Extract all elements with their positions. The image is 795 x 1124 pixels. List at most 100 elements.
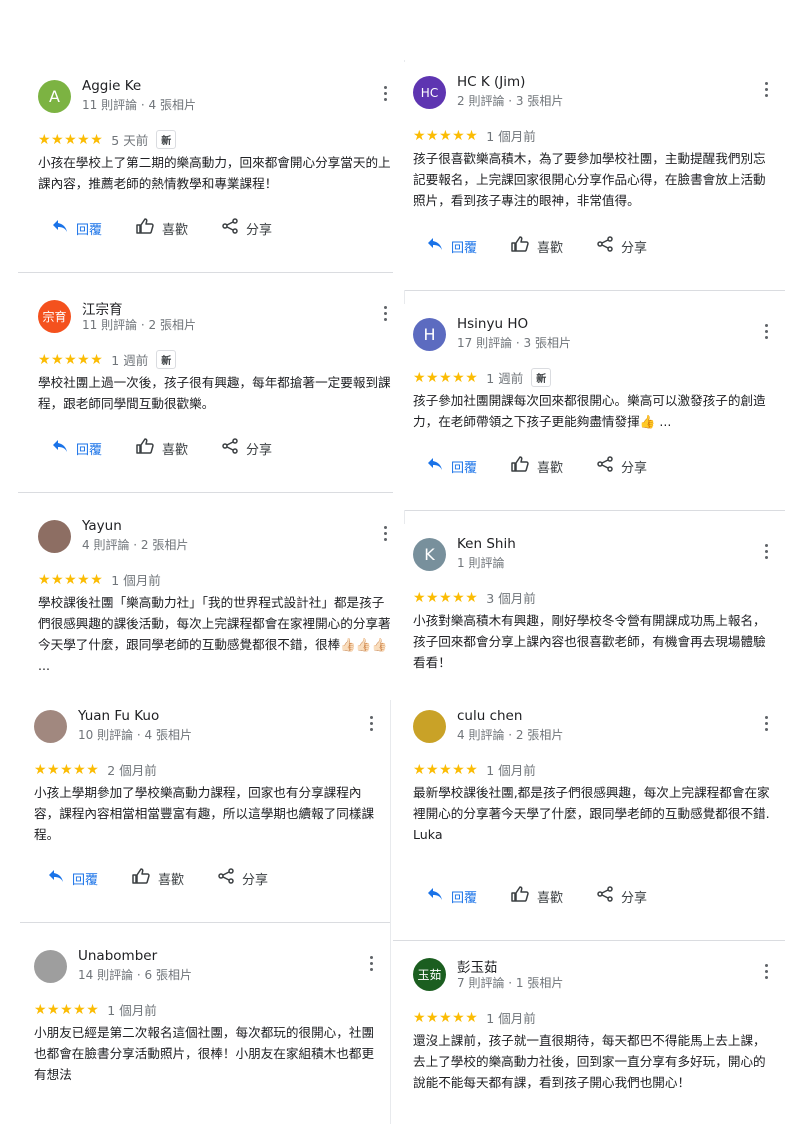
reply-icon bbox=[52, 439, 76, 457]
avatar[interactable]: K bbox=[413, 538, 446, 571]
reviewer-meta: 2 則評論 · 3 張相片 bbox=[457, 94, 564, 108]
more-options-icon[interactable] bbox=[384, 526, 388, 542]
thumbs-up-icon bbox=[511, 236, 537, 256]
rating-row: ★★★★★ 1 週前新 bbox=[413, 368, 552, 387]
share-icon bbox=[597, 886, 621, 906]
review-actions: 回覆 喜歡 分享 bbox=[48, 868, 302, 888]
star-rating: ★★★★★ bbox=[413, 761, 479, 778]
review-time: 1 週前 bbox=[111, 353, 149, 368]
rating-row: ★★★★★ 1 個月前 bbox=[413, 1008, 536, 1027]
review-card: 宗育 江宗育 11 則評論 · 2 張相片 ★★★★★ 1 週前新學校社團上過一次後，孩… bbox=[18, 286, 404, 492]
review-text: 小孩在學校上了第二期的樂高動力，回來都會開心分享當天的上課內容，推薦老師的熱情教… bbox=[38, 155, 391, 191]
like-button[interactable]: 喜歡 bbox=[136, 218, 188, 238]
like-button[interactable]: 喜歡 bbox=[511, 236, 563, 256]
reply-button[interactable]: 回覆 bbox=[52, 219, 102, 238]
review-time: 1 個月前 bbox=[486, 763, 536, 778]
avatar[interactable] bbox=[38, 520, 71, 553]
reviewer-name[interactable]: HC K (Jim) bbox=[457, 74, 525, 90]
divider bbox=[18, 492, 404, 493]
avatar-letter: HC bbox=[420, 85, 439, 100]
reviewer-name[interactable]: Yuan Fu Kuo bbox=[78, 708, 159, 724]
share-label: 分享 bbox=[242, 872, 269, 888]
reviewer-name[interactable]: Aggie Ke bbox=[82, 78, 141, 94]
reviewer-name[interactable]: Hsinyu HO bbox=[457, 316, 528, 332]
review-card: A Aggie Ke 11 則評論 · 4 張相片 ★★★★★ 5 天前新小孩在學校上了… bbox=[18, 66, 404, 272]
review-actions: 回覆 喜歡 分享 bbox=[427, 886, 681, 906]
share-icon bbox=[597, 236, 621, 256]
avatar-letter: 宗育 bbox=[42, 310, 67, 324]
avatar[interactable]: HC bbox=[413, 76, 446, 109]
avatar[interactable] bbox=[413, 710, 446, 743]
more-options-icon[interactable] bbox=[765, 324, 769, 340]
share-button[interactable]: 分享 bbox=[218, 868, 268, 888]
review-card: Yuan Fu Kuo 10 則評論 · 4 張相片 ★★★★★ 2 個月前 小孩上學期… bbox=[14, 696, 390, 922]
divider bbox=[405, 290, 785, 291]
new-badge: 新 bbox=[156, 350, 177, 369]
review-text: 學校課後社團「樂高動力社」「我的世界程式設計社」都是孩子們很感興趣的課後活動，每… bbox=[38, 595, 391, 673]
reply-label: 回覆 bbox=[72, 872, 99, 888]
like-button[interactable]: 喜歡 bbox=[136, 438, 188, 458]
review-card: 玉茹 彭玉茹 7 則評論 · 1 張相片 ★★★★★ 1 個月前 還沒上課前，孩子就一直很… bbox=[393, 944, 785, 1124]
avatar[interactable]: H bbox=[413, 318, 446, 351]
review-card: K Ken Shih 1 則評論 ★★★★★ 3 個月前 小孩對樂高積木有興趣，剛好學校冬… bbox=[393, 524, 785, 696]
like-label: 喜歡 bbox=[537, 460, 564, 476]
reply-label: 回覆 bbox=[76, 222, 103, 238]
more-options-icon[interactable] bbox=[765, 82, 769, 98]
share-button[interactable]: 分享 bbox=[597, 886, 647, 906]
star-rating: ★★★★★ bbox=[413, 1009, 479, 1026]
more-options-icon[interactable] bbox=[384, 306, 388, 322]
star-rating: ★★★★★ bbox=[38, 131, 104, 148]
review-card: culu chen 4 則評論 · 2 張相片 ★★★★★ 1 個月前 最新學校課後社團… bbox=[393, 696, 785, 940]
share-button[interactable]: 分享 bbox=[222, 218, 272, 238]
rating-row: ★★★★★ 5 天前新 bbox=[38, 130, 177, 149]
reviewer-name[interactable]: Yayun bbox=[82, 518, 122, 534]
review-text: 孩子很喜歡樂高積木，為了要參加學校社團，主動提醒我們別忘記要報名，上完課回家很開… bbox=[413, 151, 766, 208]
reviewer-name[interactable]: Unabomber bbox=[78, 948, 157, 964]
avatar[interactable]: 宗育 bbox=[38, 300, 71, 333]
rating-row: ★★★★★ 1 個月前 bbox=[413, 126, 536, 145]
reply-button[interactable]: 回覆 bbox=[427, 457, 477, 476]
share-icon bbox=[222, 438, 246, 458]
more-options-icon[interactable] bbox=[765, 716, 769, 732]
reviewer-name[interactable]: culu chen bbox=[457, 708, 522, 724]
avatar[interactable] bbox=[34, 950, 67, 983]
avatar[interactable]: A bbox=[38, 80, 71, 113]
share-icon bbox=[222, 218, 246, 238]
review-time: 5 天前 bbox=[111, 133, 149, 148]
reviewer-name[interactable]: Ken Shih bbox=[457, 536, 516, 552]
like-button[interactable]: 喜歡 bbox=[511, 886, 563, 906]
reviewer-name[interactable]: 江宗育 bbox=[82, 298, 123, 318]
reviewer-meta: 1 則評論 bbox=[457, 556, 505, 570]
avatar[interactable] bbox=[34, 710, 67, 743]
reply-button[interactable]: 回覆 bbox=[427, 237, 477, 256]
review-text: 還沒上課前，孩子就一直很期待，每天都巴不得能馬上去上課，去上了學校的樂高動力社後… bbox=[413, 1033, 766, 1090]
more-options-icon[interactable] bbox=[765, 964, 769, 980]
new-badge: 新 bbox=[156, 130, 177, 149]
reviewer-meta: 11 則評論 · 4 張相片 bbox=[82, 98, 196, 112]
avatar[interactable]: 玉茹 bbox=[413, 958, 446, 991]
reply-label: 回覆 bbox=[451, 460, 478, 476]
share-button[interactable]: 分享 bbox=[597, 236, 647, 256]
column-divider bbox=[390, 700, 391, 1124]
like-button[interactable]: 喜歡 bbox=[132, 868, 184, 888]
more-options-icon[interactable] bbox=[765, 544, 769, 560]
divider bbox=[20, 922, 390, 923]
reply-button[interactable]: 回覆 bbox=[52, 439, 102, 458]
like-label: 喜歡 bbox=[537, 890, 564, 906]
rating-row: ★★★★★ 1 個月前 bbox=[413, 760, 536, 779]
reply-button[interactable]: 回覆 bbox=[427, 887, 477, 906]
more-options-icon[interactable] bbox=[370, 956, 374, 972]
more-options-icon[interactable] bbox=[384, 86, 388, 102]
reply-button[interactable]: 回覆 bbox=[48, 869, 98, 888]
review-card: Unabomber 14 則評論 · 6 張相片 ★★★★★ 1 個月前 小朋友已經是第… bbox=[14, 936, 390, 1124]
reply-icon bbox=[427, 237, 451, 255]
share-label: 分享 bbox=[621, 460, 648, 476]
review-time: 1 週前 bbox=[486, 371, 524, 386]
reviewer-name[interactable]: 彭玉茹 bbox=[457, 956, 498, 976]
share-button[interactable]: 分享 bbox=[597, 456, 647, 476]
reviewer-meta: 4 則評論 · 2 張相片 bbox=[82, 538, 189, 552]
share-button[interactable]: 分享 bbox=[222, 438, 272, 458]
like-button[interactable]: 喜歡 bbox=[511, 456, 563, 476]
review-text: 孩子參加社團開課每次回來都很開心。樂高可以激發孩子的創造力，在老師帶領之下孩子更… bbox=[413, 393, 766, 429]
more-options-icon[interactable] bbox=[370, 716, 374, 732]
